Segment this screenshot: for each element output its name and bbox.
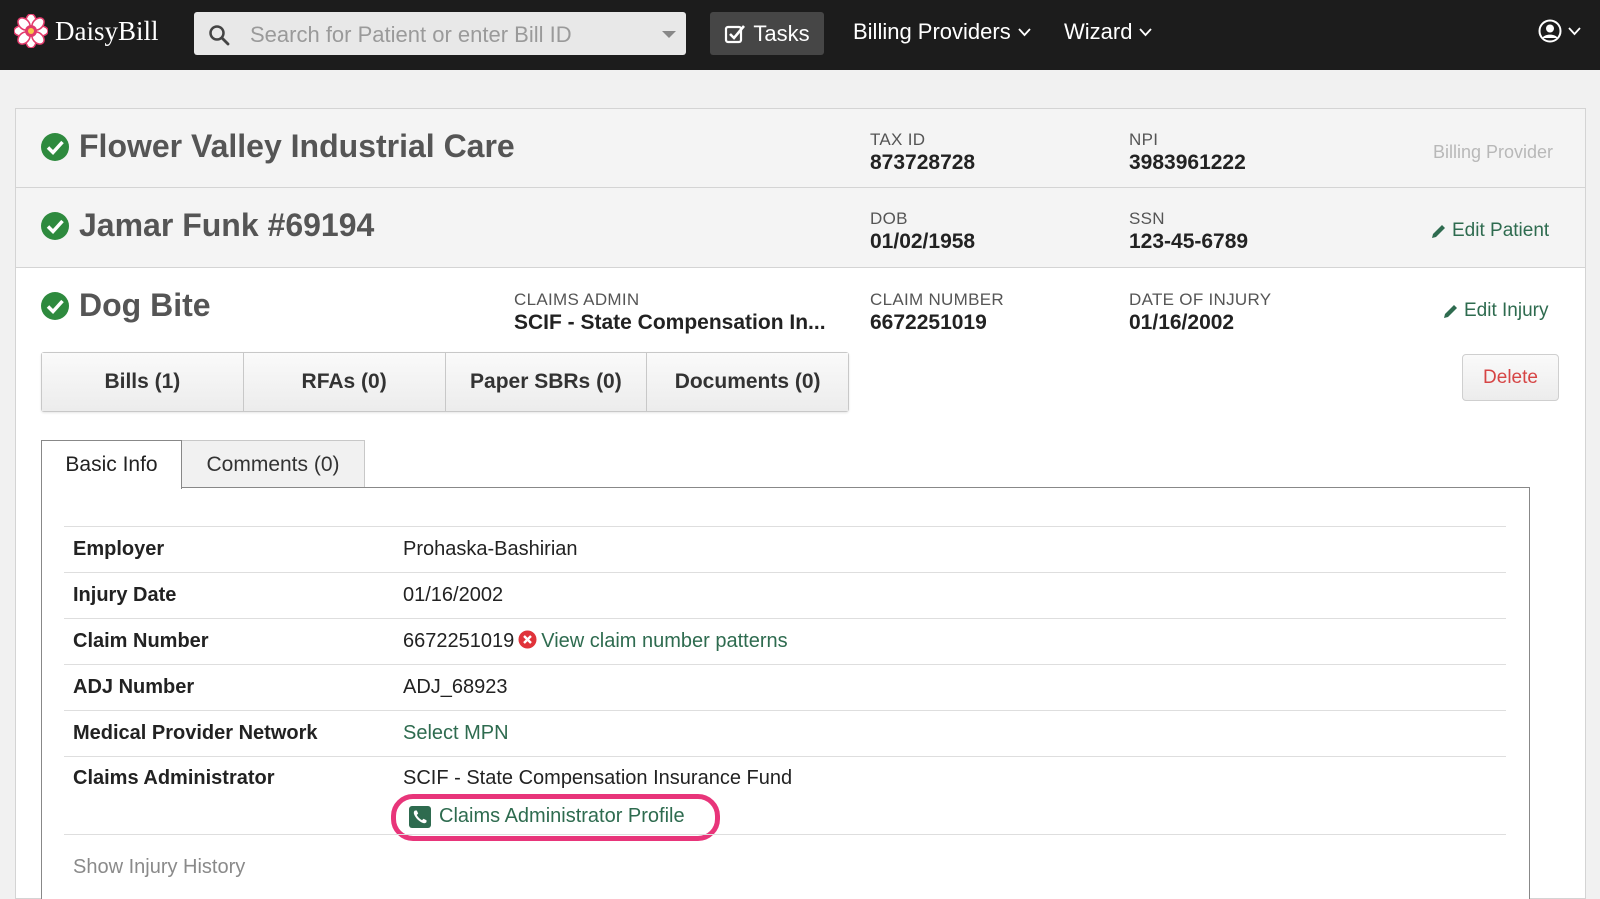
claim-number-field: CLAIM NUMBER 6672251019 — [870, 290, 1004, 335]
injury-details-table: Employer Prohaska-Bashirian Injury Date … — [64, 526, 1506, 841]
employer-label: Employer — [73, 538, 165, 560]
phone-icon — [409, 805, 431, 828]
table-row: Claim Number 6672251019 View claim numbe… — [64, 618, 1506, 665]
claims-administrator-value: SCIF - State Compensation Insurance Fund — [403, 767, 793, 789]
claims-admin-label: CLAIMS ADMIN — [514, 290, 640, 309]
claims-admin-field: CLAIMS ADMIN SCIF - State Compensation I… — [514, 290, 826, 335]
search-placeholder: Search for Patient or enter Bill ID — [250, 22, 572, 47]
edit-patient-link[interactable]: Edit Patient — [1430, 220, 1549, 242]
injury-title: Dog Bite — [40, 287, 211, 324]
claim-number-label: CLAIM NUMBER — [870, 290, 1004, 309]
date-of-injury-label: DATE OF INJURY — [1129, 290, 1272, 309]
chevron-down-icon — [1568, 26, 1581, 35]
tab-basic-info[interactable]: Basic Info — [41, 440, 182, 489]
tasks-label: Tasks — [753, 20, 810, 46]
ssn-field: SSN 123-45-6789 — [1129, 209, 1248, 254]
provider-name: Flower Valley Industrial Care — [79, 128, 515, 164]
injury-date-label: Injury Date — [73, 584, 177, 606]
employer-value: Prohaska-Bashirian — [403, 538, 578, 560]
claims-administrator-profile-label: Claims Administrator Profile — [439, 805, 685, 827]
chevron-down-icon — [1018, 27, 1031, 36]
claims-administrator-cell: SCIF - State Compensation Insurance Fund… — [391, 757, 1506, 841]
user-icon — [1538, 19, 1562, 43]
check-circle-icon — [41, 291, 69, 320]
pencil-icon — [1432, 224, 1445, 238]
chevron-down-icon — [1139, 27, 1153, 36]
npi-label: NPI — [1129, 130, 1159, 149]
check-circle-icon — [41, 132, 69, 161]
tax-id-value: 873728728 — [870, 151, 976, 174]
table-row: Claims Administrator SCIF - State Compen… — [64, 756, 1506, 841]
adj-number-value: ADJ_68923 — [403, 676, 508, 698]
npi-value: 3983961222 — [1129, 151, 1246, 174]
checkbox-icon — [725, 24, 746, 43]
check-circle-icon — [41, 211, 69, 240]
patient-name: Jamar Funk #69194 — [79, 207, 375, 243]
injury-date-value: 01/16/2002 — [403, 584, 504, 606]
dob-value: 01/02/1958 — [870, 230, 976, 253]
search-icon — [209, 25, 230, 46]
adj-number-label: ADJ Number — [73, 676, 195, 698]
patient-row: Jamar Funk #69194 DOB 01/02/1958 SSN 123… — [16, 188, 1585, 268]
logo[interactable]: DaisyBill — [14, 14, 159, 48]
tab-comments[interactable]: Comments (0) — [181, 440, 365, 488]
billing-providers-label: Billing Providers — [853, 19, 1011, 44]
table-row: ADJ Number ADJ_68923 — [64, 664, 1506, 711]
injury-name: Dog Bite — [79, 287, 211, 323]
dob-label: DOB — [870, 209, 908, 228]
wizard-menu[interactable]: Wizard — [1064, 19, 1153, 45]
claims-admin-value: SCIF - State Compensation In... — [514, 311, 826, 334]
daisy-logo-icon — [14, 14, 48, 48]
provider-row: Flower Valley Industrial Care TAX ID 873… — [16, 109, 1585, 188]
documents-button[interactable]: Documents (0) — [647, 353, 848, 411]
billing-provider-role: Billing Provider — [1433, 142, 1554, 162]
claim-number-detail-cell: 6672251019 View claim number patterns — [403, 619, 1506, 665]
ssn-value: 123-45-6789 — [1129, 230, 1249, 253]
ssn-label: SSN — [1129, 209, 1165, 228]
search-input[interactable]: Search for Patient or enter Bill ID — [194, 12, 686, 55]
billing-providers-menu[interactable]: Billing Providers — [853, 19, 1031, 45]
mpn-label: Medical Provider Network — [73, 722, 318, 744]
edit-injury-link[interactable]: Edit Injury — [1442, 300, 1548, 322]
table-row: Employer Prohaska-Bashirian — [64, 526, 1506, 573]
claim-number-detail-label: Claim Number — [73, 630, 209, 652]
error-x-icon — [518, 630, 537, 649]
claims-administrator-label: Claims Administrator — [73, 767, 275, 789]
tax-id-field: TAX ID 873728728 — [870, 130, 975, 175]
basic-info-panel: Employer Prohaska-Bashirian Injury Date … — [41, 487, 1530, 899]
record-buttons: Bills (1) RFAs (0) Paper SBRs (0) Docume… — [41, 352, 849, 412]
claim-patterns-link[interactable]: View claim number patterns — [541, 630, 787, 652]
patient-title: Jamar Funk #69194 — [40, 207, 374, 244]
wizard-label: Wizard — [1064, 19, 1133, 44]
paper-sbrs-button[interactable]: Paper SBRs (0) — [445, 353, 648, 411]
divider — [64, 834, 1506, 835]
edit-patient-label: Edit Patient — [1452, 220, 1550, 241]
dob-field: DOB 01/02/1958 — [870, 209, 975, 254]
provider-title: Flower Valley Industrial Care — [40, 128, 515, 165]
table-row: Medical Provider Network Select MPN — [64, 710, 1506, 757]
table-row: Injury Date 01/16/2002 — [64, 572, 1506, 619]
tax-id-label: TAX ID — [870, 130, 926, 149]
caret-down-icon[interactable] — [662, 31, 676, 38]
claim-number-value: 6672251019 — [870, 311, 987, 334]
delete-button[interactable]: Delete — [1462, 354, 1559, 401]
npi-field: NPI 3983961222 — [1129, 130, 1246, 175]
date-of-injury-value: 01/16/2002 — [1129, 311, 1235, 334]
pencil-icon — [1444, 304, 1457, 318]
bills-button[interactable]: Bills (1) — [42, 353, 244, 411]
edit-injury-label: Edit Injury — [1464, 300, 1549, 321]
date-of-injury-field: DATE OF INJURY 01/16/2002 — [1129, 290, 1271, 335]
user-menu[interactable] — [1538, 19, 1581, 43]
show-injury-history-link[interactable]: Show Injury History — [73, 856, 245, 879]
injury-card: Flower Valley Industrial Care TAX ID 873… — [15, 108, 1586, 899]
rfas-button[interactable]: RFAs (0) — [243, 353, 446, 411]
select-mpn-link[interactable]: Select MPN — [403, 722, 509, 744]
claim-number-detail-value: 6672251019 — [403, 630, 515, 652]
top-nav: DaisyBill Search for Patient or enter Bi… — [0, 0, 1600, 70]
tasks-button[interactable]: Tasks — [710, 12, 824, 55]
brand-name: DaisyBill — [55, 15, 159, 46]
